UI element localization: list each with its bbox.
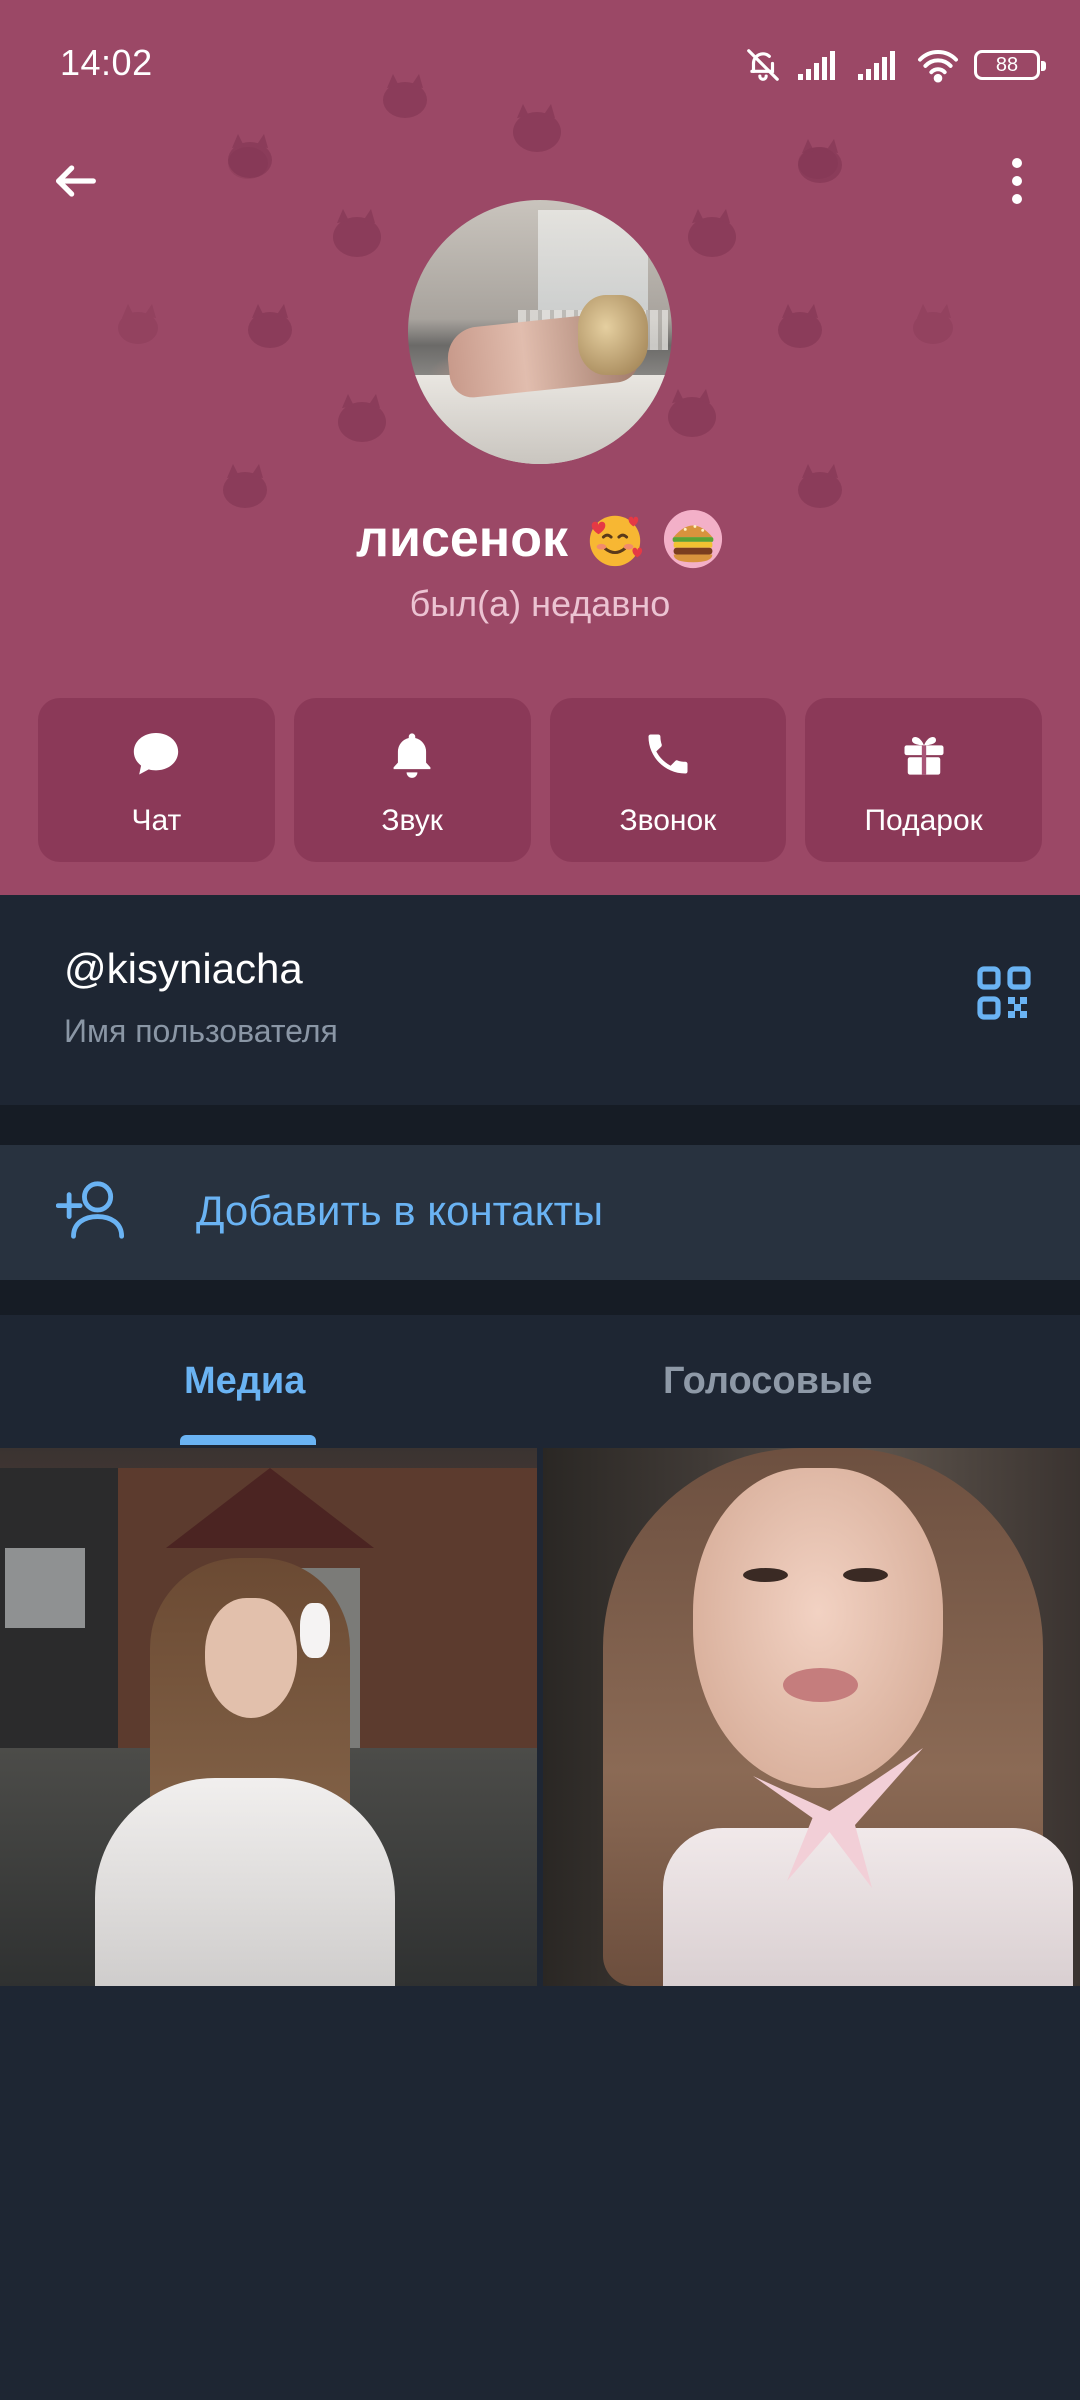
- add-to-contacts-button[interactable]: Добавить в контакты: [0, 1145, 1080, 1280]
- photo-face: [693, 1468, 943, 1788]
- status-time: 14:02: [60, 42, 153, 83]
- battery-icon: 88: [974, 50, 1046, 80]
- wifi-icon: [918, 50, 958, 83]
- call-button[interactable]: Звонок: [549, 698, 787, 862]
- qr-code-icon[interactable]: [976, 965, 1032, 1021]
- photo-eye: [743, 1568, 788, 1582]
- profile-name: лисенок: [0, 508, 1080, 570]
- gift-icon: [894, 724, 954, 784]
- add-to-contacts-label: Добавить в контакты: [196, 1187, 604, 1234]
- status-bar: 14:02 88: [0, 0, 1080, 130]
- username-caption: Имя пользователя: [64, 1013, 338, 1049]
- profile-screen: 14:02 88 лисенок был(а) недавно Чат Звук…: [0, 0, 1080, 2400]
- username-row[interactable]: @kisyniacha Имя пользователя: [0, 895, 1080, 1105]
- photo-clothing: [663, 1828, 1073, 1986]
- photo-lips: [783, 1668, 858, 1702]
- action-buttons: Чат Звук Звонок Подарок: [38, 698, 1042, 862]
- battery-level: 88: [995, 53, 1019, 76]
- profile-name-text: лисенок: [355, 510, 569, 568]
- status-icons: 88: [744, 40, 1046, 90]
- back-button[interactable]: [40, 145, 112, 217]
- phone-icon: [638, 724, 698, 784]
- signal-icon: [858, 51, 895, 80]
- media-grid: [0, 1448, 1080, 1986]
- chat-icon: [126, 724, 186, 784]
- media-thumbnail[interactable]: [543, 1448, 1080, 1986]
- more-options-button[interactable]: [992, 145, 1042, 217]
- chat-button[interactable]: Чат: [38, 698, 275, 862]
- burger-emoji: [663, 509, 723, 569]
- smiling-face-with-hearts-emoji: [589, 515, 643, 567]
- more-vertical-icon: [1012, 158, 1022, 204]
- gift-button[interactable]: Подарок: [805, 698, 1042, 862]
- photo-window: [5, 1548, 85, 1628]
- avatar-photo-hair: [578, 295, 648, 375]
- tab-media[interactable]: Медиа: [184, 1360, 305, 1403]
- photo-hair-bow: [300, 1603, 330, 1658]
- photo-face: [205, 1598, 297, 1718]
- chat-button-label: Чат: [131, 804, 182, 837]
- profile-header: 14:02 88 лисенок был(а) недавно Чат Звук…: [0, 0, 1080, 895]
- username-value: @kisyniacha: [64, 945, 303, 992]
- gift-button-label: Подарок: [864, 804, 983, 837]
- sound-button[interactable]: Звук: [293, 698, 531, 862]
- section-divider: [0, 1280, 1080, 1315]
- last-seen-status: был(а) недавно: [409, 583, 671, 624]
- active-tab-indicator: [180, 1435, 316, 1445]
- call-button-label: Звонок: [619, 804, 717, 837]
- tab-voice[interactable]: Голосовые: [663, 1360, 873, 1403]
- avatar[interactable]: [408, 200, 672, 464]
- bell-muted-icon: [747, 49, 779, 81]
- section-divider: [0, 1105, 1080, 1145]
- sound-button-label: Звук: [381, 804, 443, 837]
- media-thumbnail[interactable]: [0, 1448, 537, 1986]
- media-tabs: Медиа Голосовые: [0, 1315, 1080, 1445]
- add-user-icon: [56, 1181, 125, 1239]
- signal-icon: [798, 51, 835, 80]
- photo-clothing: [95, 1778, 395, 1986]
- photo-eye: [843, 1568, 888, 1582]
- back-arrow-icon: [56, 165, 96, 197]
- bell-icon: [382, 724, 442, 784]
